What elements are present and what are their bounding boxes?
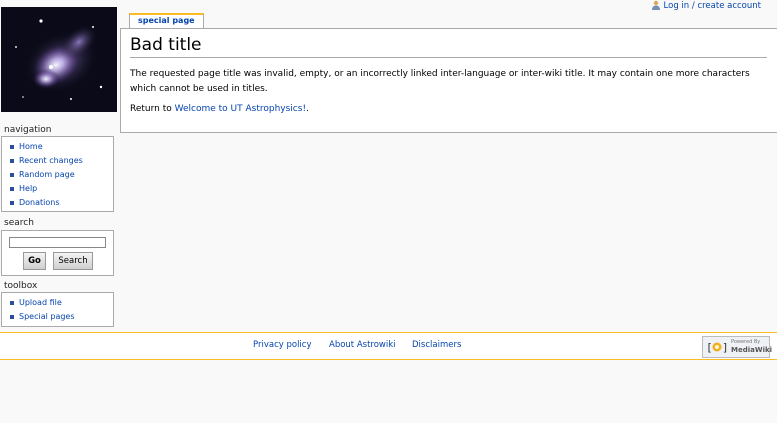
toolbox-link-upload-file[interactable]: Upload file [19, 298, 62, 307]
user-icon [651, 0, 661, 10]
nav-link-random-page[interactable]: Random page [19, 170, 75, 179]
mediawiki-logo-icon: [ ] [706, 340, 729, 354]
nav-item-recent-changes: Recent changes [2, 154, 113, 168]
navigation-box: Home Recent changes Random page Help Don… [1, 136, 114, 212]
page-title: Bad title [130, 35, 767, 58]
mediawiki-label: MediaWiki [731, 346, 773, 354]
nav-link-recent-changes[interactable]: Recent changes [19, 156, 83, 165]
page-body: The requested page title was invalid, em… [130, 67, 767, 122]
nav-link-help[interactable]: Help [19, 184, 37, 193]
svg-text:]: ] [722, 341, 728, 354]
powered-by-label: Powered By [731, 339, 761, 345]
tab-special-page[interactable]: special page [129, 13, 204, 28]
powered-by-mediawiki-badge[interactable]: [ ] Powered By MediaWiki [702, 336, 773, 358]
search-box: Go Search [1, 230, 114, 276]
page-tabs: special page [129, 13, 204, 29]
content-area: Bad title The requested page title was i… [120, 28, 777, 133]
toolbox-link-special-pages[interactable]: Special pages [19, 312, 75, 321]
personal-tools: Log in / create account [651, 0, 761, 11]
nav-link-home[interactable]: Home [19, 142, 43, 151]
nebula-image [1, 7, 117, 112]
nav-item-random-page: Random page [2, 168, 113, 182]
svg-text:[: [ [706, 341, 713, 354]
footer: Privacy policy About Astrowiki Disclaime… [0, 332, 777, 360]
nav-item-help: Help [2, 182, 113, 196]
site-logo[interactable] [1, 7, 117, 112]
search-input[interactable] [9, 237, 106, 248]
nav-link-donations[interactable]: Donations [19, 198, 60, 207]
search-button[interactable]: Search [53, 252, 93, 270]
go-button[interactable]: Go [23, 252, 46, 270]
toolbox-heading: toolbox [4, 281, 38, 291]
footer-link-privacy[interactable]: Privacy policy [253, 340, 312, 350]
nav-item-donations: Donations [2, 196, 113, 210]
nav-item-home: Home [2, 140, 113, 154]
footer-link-about[interactable]: About Astrowiki [329, 340, 396, 350]
return-link[interactable]: Welcome to UT Astrophysics! [175, 104, 306, 114]
toolbox-item-special: Special pages [2, 310, 113, 324]
return-suffix: . [306, 104, 309, 114]
login-link[interactable]: Log in / create account [664, 1, 761, 11]
search-heading: search [4, 218, 34, 228]
toolbox-box: Upload file Special pages [1, 292, 114, 327]
return-prefix: Return to [130, 104, 175, 114]
error-message: The requested page title was invalid, em… [130, 69, 750, 94]
return-line: Return to Welcome to UT Astrophysics!. [130, 102, 767, 117]
footer-link-disclaimers[interactable]: Disclaimers [412, 340, 461, 350]
navigation-heading: navigation [4, 125, 52, 135]
toolbox-item-upload: Upload file [2, 296, 113, 310]
